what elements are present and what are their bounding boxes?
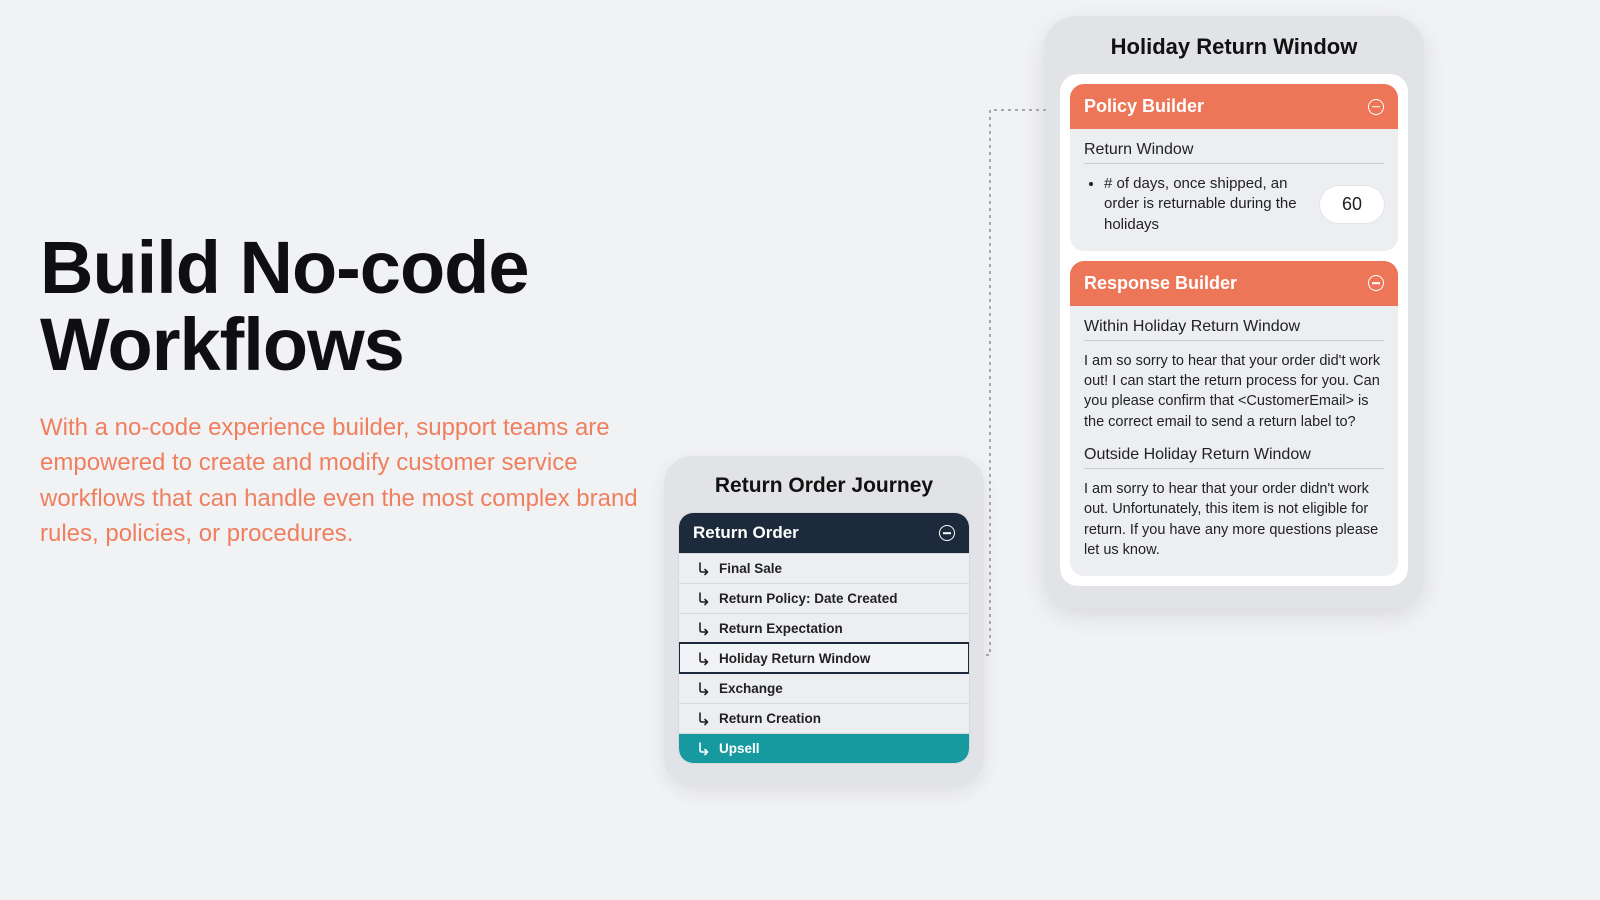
journey-item[interactable]: Holiday Return Window: [679, 643, 969, 673]
policy-builder-title: Policy Builder: [1084, 96, 1204, 117]
policy-builder: Policy Builder Return Window # of days, …: [1070, 84, 1398, 251]
hero-block: Build No-code Workflows With a no-code e…: [40, 230, 640, 552]
journey-item-label: Final Sale: [719, 561, 782, 576]
journey-item[interactable]: Return Creation: [679, 703, 969, 733]
journey-item-label: Upsell: [719, 741, 760, 756]
detail-card: Holiday Return Window Policy Builder Ret…: [1044, 16, 1424, 608]
within-window-label: Within Holiday Return Window: [1084, 318, 1384, 341]
sub-arrow-icon: [697, 592, 711, 606]
collapse-icon[interactable]: [1368, 99, 1384, 115]
journey-item-label: Return Creation: [719, 711, 821, 726]
journey-header[interactable]: Return Order: [679, 513, 969, 553]
response-builder-title: Response Builder: [1084, 273, 1237, 294]
detail-title: Holiday Return Window: [1060, 34, 1408, 60]
journey-item-label: Return Policy: Date Created: [719, 591, 898, 606]
collapse-icon[interactable]: [1368, 275, 1384, 291]
policy-builder-header[interactable]: Policy Builder: [1070, 84, 1398, 129]
journey-item-label: Return Expectation: [719, 621, 843, 636]
policy-builder-body: Return Window # of days, once shipped, a…: [1070, 129, 1398, 251]
sub-arrow-icon: [697, 652, 711, 666]
hero-title: Build No-code Workflows: [40, 230, 640, 384]
journey-item[interactable]: Return Policy: Date Created: [679, 583, 969, 613]
journey-card: Return Order Journey Return Order Final …: [664, 456, 984, 786]
sub-arrow-icon: [697, 712, 711, 726]
journey-item[interactable]: Exchange: [679, 673, 969, 703]
journey-item[interactable]: Upsell: [679, 733, 969, 763]
journey-item[interactable]: Final Sale: [679, 553, 969, 583]
policy-row: # of days, once shipped, an order is ret…: [1084, 174, 1384, 235]
outside-window-text: I am sorry to hear that your order didn'…: [1084, 479, 1384, 560]
journey-header-label: Return Order: [693, 523, 799, 543]
journey-body: Return Order Final Sale Return Policy: Da…: [678, 512, 970, 764]
response-builder-header[interactable]: Response Builder: [1070, 261, 1398, 306]
response-builder: Response Builder Within Holiday Return W…: [1070, 261, 1398, 576]
return-window-label: Return Window: [1084, 141, 1384, 164]
sub-arrow-icon: [697, 562, 711, 576]
policy-rule-text: # of days, once shipped, an order is ret…: [1104, 174, 1306, 235]
collapse-icon[interactable]: [939, 525, 955, 541]
outside-window-label: Outside Holiday Return Window: [1084, 446, 1384, 469]
policy-rule-list: # of days, once shipped, an order is ret…: [1084, 174, 1306, 235]
detail-body: Policy Builder Return Window # of days, …: [1060, 74, 1408, 586]
sub-arrow-icon: [697, 622, 711, 636]
sub-arrow-icon: [697, 682, 711, 696]
response-builder-body: Within Holiday Return Window I am so sor…: [1070, 306, 1398, 576]
journey-item-label: Holiday Return Window: [719, 651, 870, 666]
days-value-pill[interactable]: 60: [1320, 186, 1384, 223]
journey-title: Return Order Journey: [678, 474, 970, 498]
sub-arrow-icon: [697, 742, 711, 756]
journey-item-label: Exchange: [719, 681, 783, 696]
journey-item[interactable]: Return Expectation: [679, 613, 969, 643]
hero-subtitle: With a no-code experience builder, suppo…: [40, 410, 640, 552]
within-window-text: I am so sorry to hear that your order di…: [1084, 351, 1384, 432]
